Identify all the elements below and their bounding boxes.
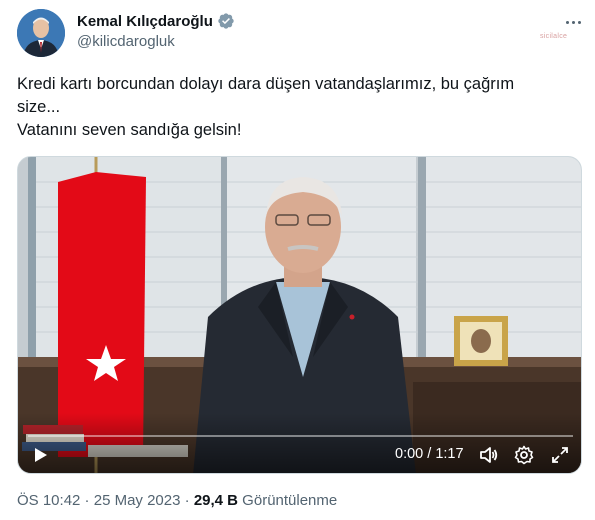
- video-controls: 0:00 / 1:17: [18, 413, 581, 473]
- view-count: 29,4 B: [193, 492, 239, 509]
- author-handle[interactable]: @kilicdarogluk: [77, 33, 235, 50]
- time-separator: /: [423, 446, 436, 462]
- watermark: sicilalce: [540, 33, 568, 40]
- author-block: Kemal Kılıçdaroğlu @kilicdarogluk: [77, 12, 235, 50]
- fullscreen-icon[interactable]: [550, 445, 570, 465]
- current-time: 0:00: [395, 446, 424, 462]
- tweet-time[interactable]: ÖS 10:42: [17, 492, 80, 509]
- tweet: Kemal Kılıçdaroğlu @kilicdarogluk sicila…: [0, 0, 595, 520]
- author-name[interactable]: Kemal Kılıçdaroğlu: [77, 13, 213, 30]
- play-icon[interactable]: [30, 445, 50, 465]
- avatar[interactable]: [17, 9, 65, 57]
- more-options-icon[interactable]: [561, 12, 585, 32]
- views-label: Görüntülenme: [238, 492, 338, 509]
- video-player[interactable]: 0:00 / 1:17: [17, 156, 582, 474]
- tweet-text-line: size...: [17, 98, 61, 116]
- tweet-text-line: Vatanını seven sandığa gelsin!: [17, 121, 242, 139]
- tweet-text: Kredi kartı borcundan dolayı dara düşen …: [17, 73, 577, 142]
- verified-badge-icon: [217, 12, 235, 30]
- volume-icon[interactable]: [478, 445, 498, 465]
- duration: 1:17: [435, 446, 464, 462]
- avatar-image: [17, 9, 65, 57]
- video-progress-bar[interactable]: [28, 435, 573, 437]
- separator-dot: ·: [180, 492, 194, 509]
- tweet-text-line: Kredi kartı borcundan dolayı dara düşen …: [17, 75, 515, 93]
- tweet-date[interactable]: 25 May 2023: [94, 492, 181, 509]
- tweet-meta: ÖS 10:42 · 25 May 2023 · 29,4 B Görüntül…: [17, 492, 337, 509]
- video-time: 0:00 / 1:17: [395, 446, 464, 462]
- settings-gear-icon[interactable]: [514, 445, 534, 465]
- separator-dot: ·: [80, 492, 94, 509]
